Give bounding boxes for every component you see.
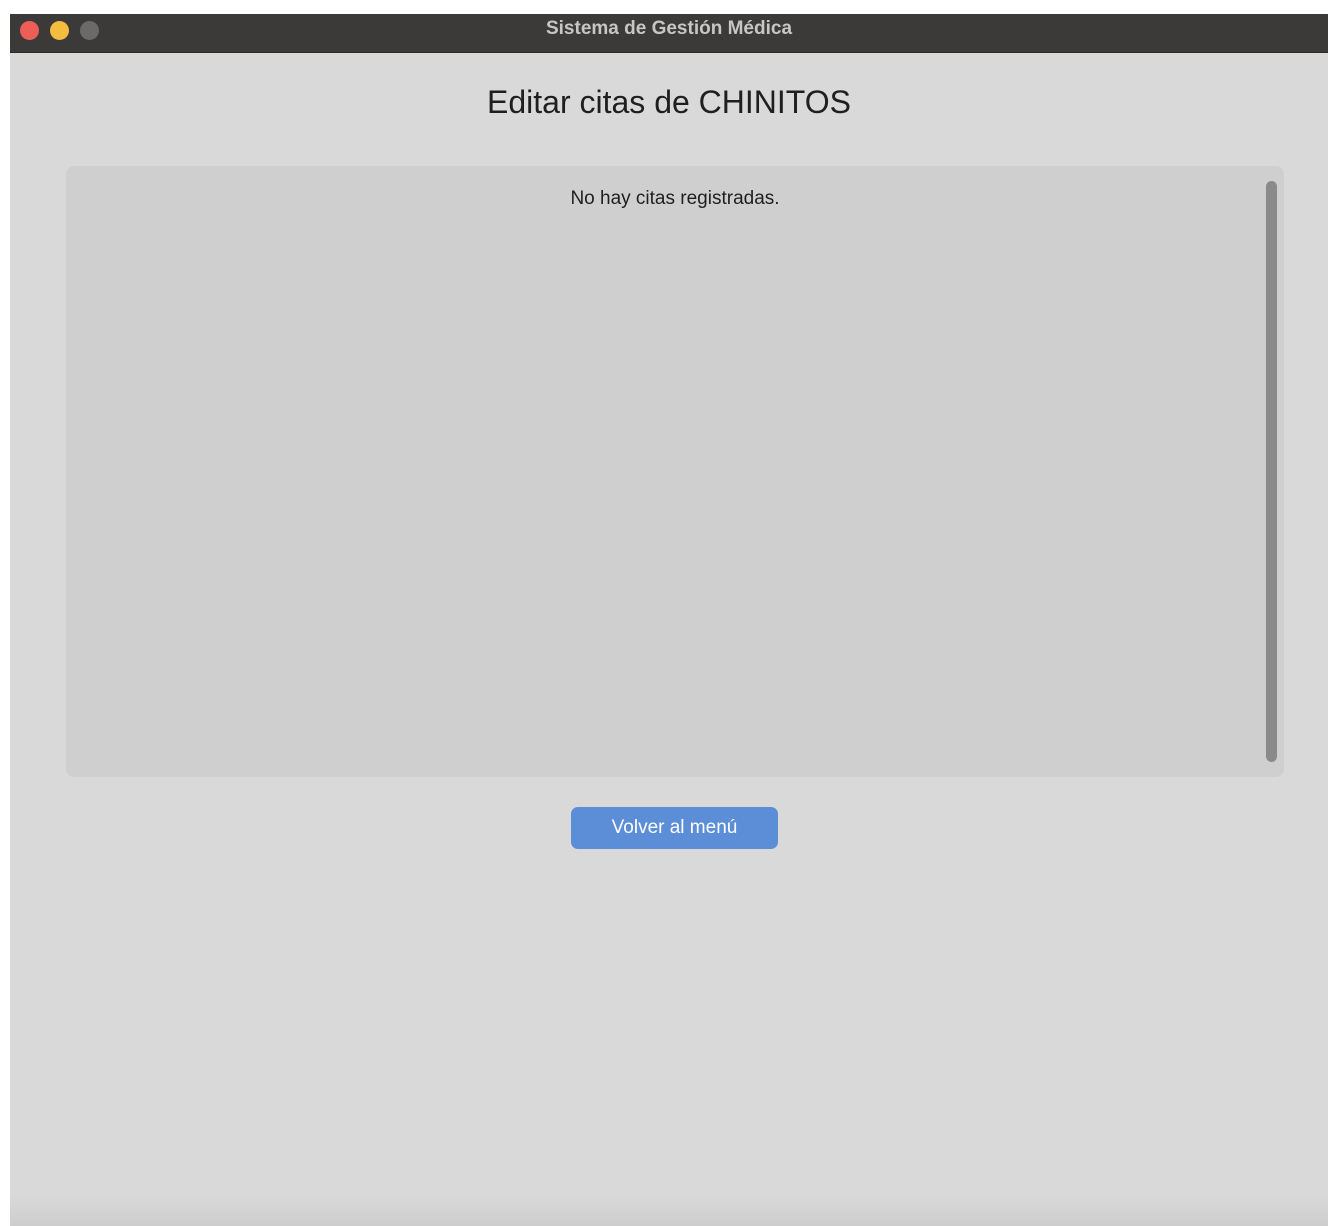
page-title: Editar citas de CHINITOS: [487, 84, 851, 120]
window-bottom-edge: [10, 1196, 1328, 1226]
window-title: Sistema de Gestión Médica: [545, 18, 793, 39]
back-to-menu-button[interactable]: Volver al menú: [571, 807, 778, 849]
empty-message: No hay citas registradas.: [570, 188, 780, 209]
title-bar[interactable]: Sistema de Gestión Médica: [10, 14, 1328, 53]
scrollbar[interactable]: [1266, 181, 1277, 762]
app-window: Sistema de Gestión Médica Editar citas d…: [10, 14, 1328, 1226]
appointments-list[interactable]: No hay citas registradas.: [66, 166, 1284, 777]
